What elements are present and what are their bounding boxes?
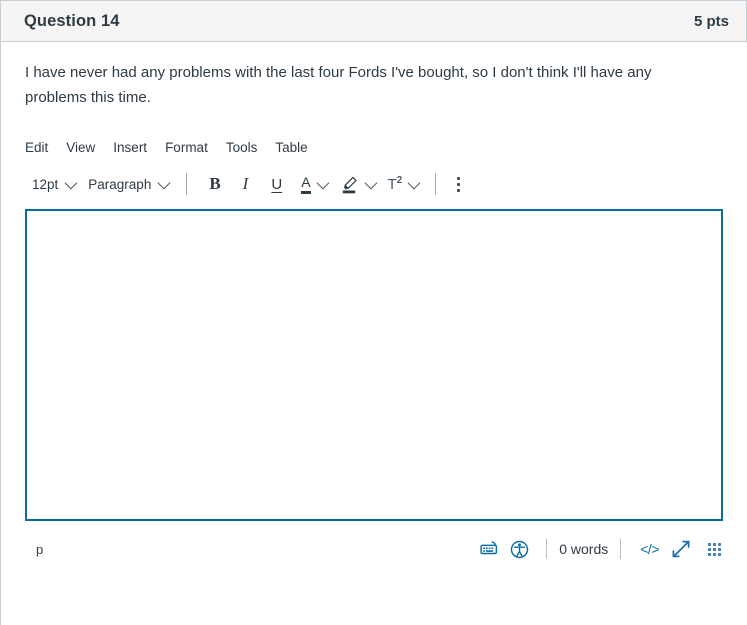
statusbar-divider [546, 539, 548, 559]
bold-button[interactable]: B [199, 170, 230, 198]
question-container: Question 14 5 pts I have never had any p… [0, 0, 747, 625]
text-color-button[interactable]: A [293, 170, 331, 198]
chevron-down-icon [64, 176, 78, 189]
kebab-dot [457, 176, 461, 180]
block-format-value: Paragraph [88, 176, 152, 192]
editor-toolbar: 12pt Paragraph B I U A T2 [25, 165, 723, 203]
superscript-icon: T2 [387, 175, 403, 193]
resize-grip-icon[interactable] [708, 542, 721, 556]
menu-view[interactable]: View [57, 137, 104, 159]
question-body: I have never had any problems with the l… [1, 42, 747, 110]
font-size-select[interactable]: 12pt [25, 170, 81, 198]
question-prompt-text: I have never had any problems with the l… [25, 64, 652, 106]
answer-textarea[interactable] [25, 209, 723, 521]
font-color-icon: A [301, 175, 311, 194]
chevron-down-icon[interactable] [316, 176, 329, 189]
html-editor-button[interactable]: </> [633, 541, 666, 557]
block-format-select[interactable]: Paragraph [81, 170, 174, 198]
word-count[interactable]: 0 words [559, 541, 608, 557]
fullscreen-expand-icon[interactable] [666, 536, 696, 562]
kebab-dot [457, 188, 461, 192]
toolbar-divider [186, 173, 188, 195]
menu-edit[interactable]: Edit [25, 137, 57, 159]
statusbar-divider [620, 539, 622, 559]
more-options-button[interactable] [448, 176, 469, 192]
highlight-color-button[interactable] [332, 170, 380, 198]
statusbar-tools: 0 words </> [474, 536, 723, 562]
toolbar-divider [435, 173, 437, 195]
menu-tools[interactable]: Tools [217, 137, 267, 159]
menu-insert[interactable]: Insert [104, 137, 156, 159]
chevron-down-icon [157, 176, 171, 189]
editor-menubar: Edit View Insert Format Tools Table [25, 131, 723, 165]
rich-content-editor: Edit View Insert Format Tools Table 12pt… [1, 131, 747, 566]
question-header: Question 14 5 pts [1, 0, 747, 42]
math-keyboard-icon[interactable] [474, 536, 504, 562]
chevron-down-icon[interactable] [407, 176, 421, 189]
superscript-subscript-button[interactable]: T2 [380, 170, 424, 198]
element-path-indicator[interactable]: p [25, 542, 43, 557]
question-points-badge: 5 pts [693, 12, 729, 30]
underline-button[interactable]: U [260, 170, 293, 198]
highlighter-pen-icon [340, 175, 359, 194]
kebab-dot [457, 182, 461, 186]
page-title: Question 14 [24, 11, 120, 30]
italic-button[interactable]: I [231, 170, 261, 198]
chevron-down-icon[interactable] [364, 176, 377, 189]
accessibility-checker-icon[interactable] [504, 536, 534, 562]
editor-statusbar: p 0 words </> [25, 532, 723, 566]
menu-table[interactable]: Table [266, 137, 316, 159]
menu-format[interactable]: Format [156, 137, 217, 159]
font-size-value: 12pt [32, 176, 59, 192]
